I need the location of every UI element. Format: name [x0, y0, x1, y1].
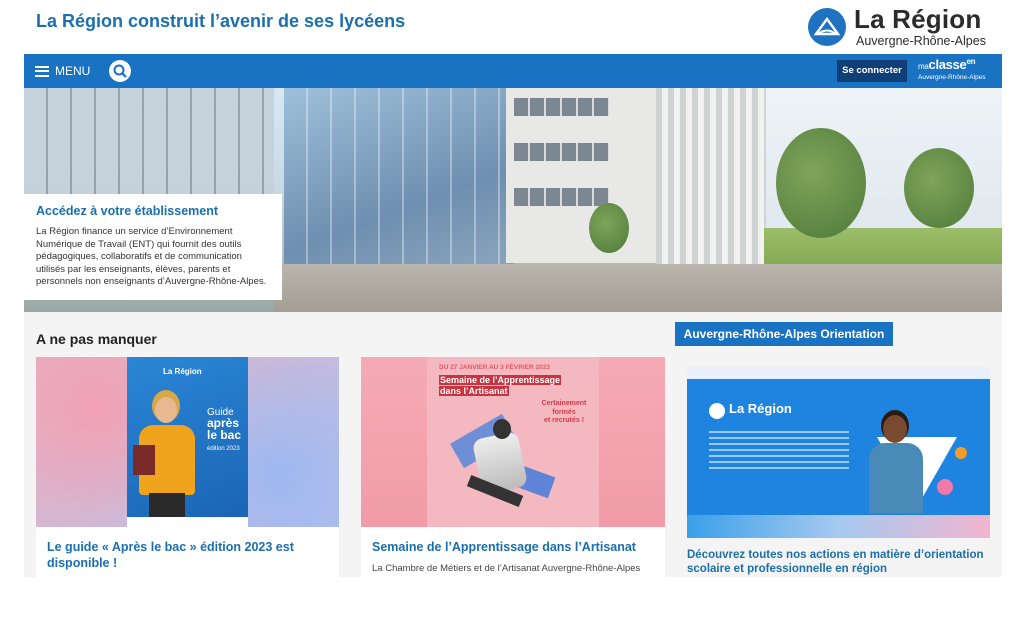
tree [589, 203, 629, 253]
hero-card-title[interactable]: Accédez à votre établissement [36, 204, 270, 218]
section-title: A ne pas manquer [36, 331, 157, 347]
search-icon [113, 64, 127, 78]
orientation-tag[interactable]: Auvergne-Rhône-Alpes Orientation [675, 322, 893, 346]
tree [776, 128, 866, 238]
menu-button[interactable]: MENU [35, 63, 90, 79]
page-bottom-whitespace [0, 577, 1024, 640]
site-header: La Région construit l’avenir de ses lycé… [24, 0, 1002, 54]
page-title: La Région construit l’avenir de ses lycé… [36, 11, 406, 31]
orientation-card[interactable]: La Région Découvrez toutes nos actions e… [687, 367, 990, 577]
region-logo-icon [808, 8, 846, 46]
apprentissage-poster: DU 27 JANVIER AU 3 FÉVRIER 2023 Semaine … [427, 357, 599, 527]
login-button[interactable]: Se connecter [837, 60, 907, 82]
guide-poster: La Région Guide après le bac édition 202… [127, 357, 248, 527]
main-nav: MENU Se connecter maclasseen Auvergne-Rh… [24, 54, 1002, 88]
hero-card-text: La Région finance un service d’Environne… [36, 226, 267, 287]
maclasse-link[interactable]: maclasseen Auvergne-Rhône-Alpes [918, 57, 992, 85]
hero-plaza [274, 264, 1002, 312]
card-text: La Chambre de Métiers et de l’Artisanat … [372, 563, 641, 574]
orientation-image: La Région [687, 367, 990, 538]
hero-info-card[interactable]: Accédez à votre établissement La Région … [24, 194, 282, 300]
menu-label: MENU [55, 64, 91, 78]
hero-banner: Accédez à votre établissement La Région … [24, 88, 1002, 312]
logo-subtitle: Auvergne-Rhône-Alpes [856, 34, 986, 48]
student-illustration [869, 443, 923, 513]
tree [904, 148, 974, 228]
hamburger-icon [35, 65, 49, 77]
maclasse-subtitle: Auvergne-Rhône-Alpes [918, 74, 986, 81]
logo-title: La Région [854, 4, 982, 34]
page: La Région construit l’avenir de ses lycé… [24, 0, 1002, 577]
card-image: DU 27 JANVIER AU 3 FÉVRIER 2023 Semaine … [361, 357, 665, 527]
news-card-apprentissage[interactable]: DU 27 JANVIER AU 3 FÉVRIER 2023 Semaine … [361, 357, 665, 577]
region-logo-icon [709, 403, 725, 419]
region-logo[interactable]: La Région Auvergne-Rhône-Alpes [808, 4, 992, 50]
card-title[interactable]: Semaine de l’Apprentissage dans l’Artisa… [372, 539, 657, 555]
search-button[interactable] [109, 60, 131, 82]
card-image: La Région Guide après le bac édition 202… [36, 357, 339, 527]
student-illustration [133, 397, 197, 527]
maclasse-logo: maclasseen [918, 57, 976, 72]
news-card-guide[interactable]: La Région Guide après le bac édition 202… [36, 357, 339, 577]
card-title[interactable]: Le guide « Après le bac » édition 2023 e… [47, 539, 317, 571]
card-title[interactable]: Découvrez toutes nos actions en matière … [687, 549, 990, 576]
